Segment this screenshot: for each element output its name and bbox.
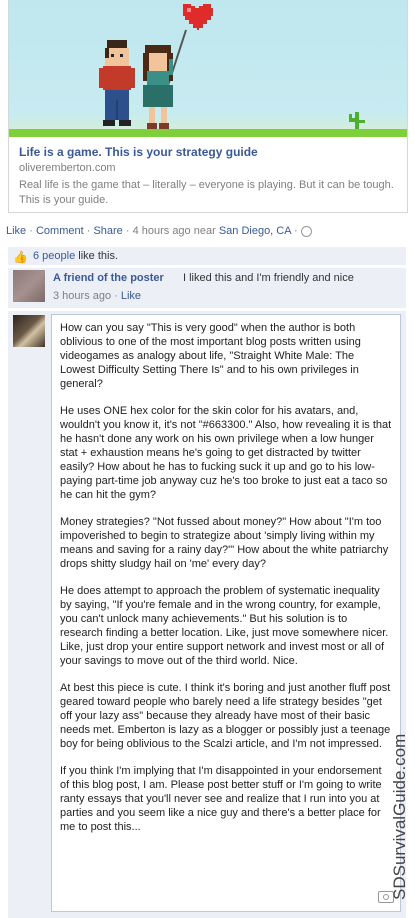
like-link[interactable]: Like [6, 225, 26, 237]
draft-paragraph: At best this piece is cute. I think it's… [60, 682, 391, 750]
comment-input[interactable]: How can you say "This is very good" when… [51, 314, 401, 912]
location-link[interactable]: San Diego, CA [219, 225, 291, 237]
comment-composer: How can you say "This is very good" when… [8, 311, 406, 918]
globe-icon [300, 225, 312, 237]
separator: · [26, 225, 36, 237]
heart-balloon-icon [183, 4, 213, 30]
cactus-icon [349, 112, 365, 130]
link-title[interactable]: Life is a game. This is your strategy gu… [19, 145, 394, 159]
comment-meta: 3 hours ago · Like [53, 290, 141, 302]
avatar [13, 315, 45, 347]
share-link[interactable]: Share [93, 225, 122, 237]
link-preview-card[interactable]: Life is a game. This is your strategy gu… [8, 0, 408, 213]
comment-text: I liked this and I'm friendly and nice [183, 272, 354, 284]
link-info[interactable]: Life is a game. This is your strategy gu… [19, 145, 394, 208]
comment-link[interactable]: Comment [36, 225, 84, 237]
link-description: Real life is the game that – literally –… [19, 179, 394, 206]
likes-suffix: like this. [75, 250, 119, 262]
thumbs-up-icon: 👍 [13, 250, 28, 264]
draft-paragraph: Money strategies? "Not fussed about mone… [60, 516, 389, 570]
watermark: SDSurvivalGuide.com [390, 733, 409, 900]
comment: A friend of the poster I liked this and … [8, 268, 406, 308]
comment-like-link[interactable]: Like [121, 290, 141, 302]
pixel-art-image[interactable] [9, 0, 407, 137]
comment-author[interactable]: A friend of the poster [53, 272, 164, 284]
post-time: · 4 hours ago near [122, 225, 219, 237]
draft-paragraph: If you think I'm implying that I'm disap… [60, 765, 382, 833]
likers-link[interactable]: 6 people [33, 250, 75, 262]
comment-time: 3 hours ago · [53, 290, 121, 302]
draft-paragraph: He does attempt to approach the problem … [60, 585, 389, 667]
likes-summary: 👍 6 people like this. [8, 247, 406, 265]
avatar[interactable] [13, 270, 45, 302]
link-domain: oliveremberton.com [19, 162, 116, 174]
likes-text: 6 people like this. [33, 250, 118, 262]
separator: · [83, 225, 94, 237]
separator: · [290, 225, 301, 237]
pixel-boy-icon [99, 40, 135, 126]
pixel-girl-icon [143, 45, 173, 129]
grass-strip [9, 129, 407, 137]
draft-paragraph: How can you say "This is very good" when… [60, 322, 361, 390]
draft-paragraph: He uses ONE hex color for the skin color… [60, 405, 392, 501]
post-actions-bar: Like · Comment · Share · 4 hours ago nea… [6, 225, 312, 237]
